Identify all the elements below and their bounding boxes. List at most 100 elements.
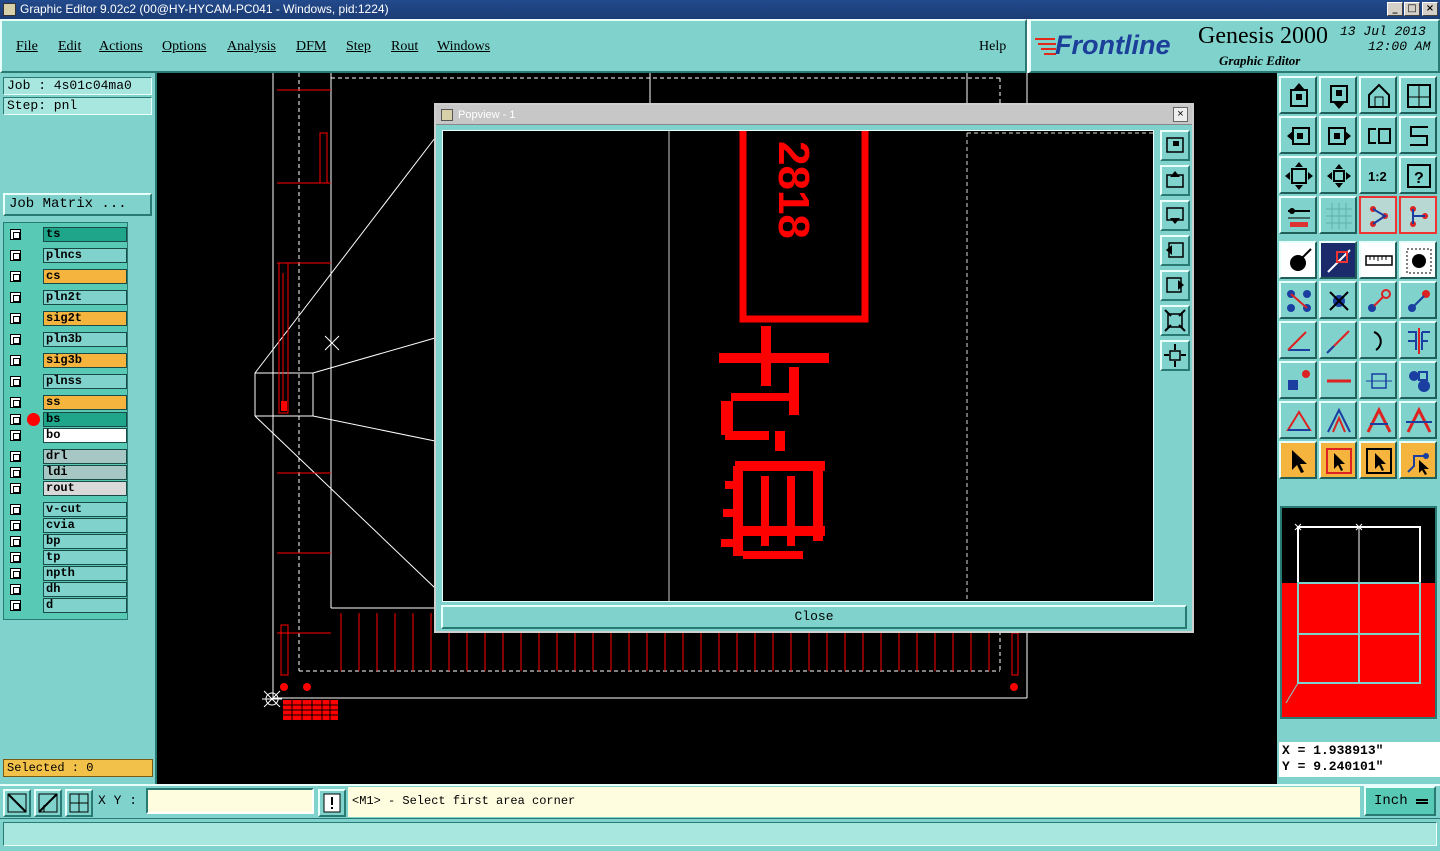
cut-line-icon[interactable] xyxy=(1319,361,1357,399)
layer-checkbox[interactable] xyxy=(10,334,21,345)
net-highlight-icon[interactable] xyxy=(1399,196,1437,234)
copy-pad-icon[interactable] xyxy=(1399,281,1437,319)
layer-checkbox[interactable] xyxy=(10,520,21,531)
pan-left-icon[interactable] xyxy=(1279,116,1317,154)
delete-pad-icon[interactable] xyxy=(1319,281,1357,319)
layer-checkbox[interactable] xyxy=(10,430,21,441)
layer-checkbox[interactable] xyxy=(10,568,21,579)
menu-windows[interactable]: Windows xyxy=(437,39,490,55)
zoom-back-icon[interactable] xyxy=(1359,116,1397,154)
home-view-icon[interactable] xyxy=(1359,76,1397,114)
angle-line-icon[interactable] xyxy=(1279,321,1317,359)
popview-close-icon[interactable]: × xyxy=(1173,107,1188,122)
popview-tool-6[interactable] xyxy=(1160,305,1190,336)
minimize-button[interactable]: _ xyxy=(1387,2,1403,16)
net-connect-icon[interactable] xyxy=(1359,196,1397,234)
layer-checkbox[interactable] xyxy=(10,504,21,515)
layer-row-sig3b[interactable]: sig3b xyxy=(6,353,127,368)
select-box-icon[interactable] xyxy=(1319,441,1357,479)
layer-name[interactable]: d xyxy=(43,598,127,613)
polygon-edit-icon[interactable] xyxy=(1319,401,1357,439)
popview-tool-4[interactable] xyxy=(1160,235,1190,266)
group-pads-icon[interactable] xyxy=(1399,361,1437,399)
split-view-icon[interactable] xyxy=(1399,76,1437,114)
layer-row-pln2t[interactable]: pln2t xyxy=(6,290,127,305)
layer-name[interactable]: ss xyxy=(43,395,127,410)
layer-checkbox[interactable] xyxy=(10,600,21,611)
layer-row-pln3b[interactable]: pln3b xyxy=(6,332,127,347)
layer-name[interactable]: bp xyxy=(43,534,127,549)
select-net-icon[interactable] xyxy=(1399,441,1437,479)
layer-name[interactable]: cvia xyxy=(43,518,127,533)
layer-checkbox[interactable] xyxy=(10,271,21,282)
polygon-cut-icon[interactable] xyxy=(1399,401,1437,439)
measure-ruler-icon[interactable] xyxy=(1359,241,1397,279)
layer-name[interactable]: v-cut xyxy=(43,502,127,517)
split-line-icon[interactable] xyxy=(1399,321,1437,359)
popview-tool-1[interactable] xyxy=(1160,130,1190,161)
popview-canvas[interactable]: 2818 xyxy=(442,130,1154,602)
rotate-view-icon[interactable] xyxy=(1399,116,1437,154)
layer-row-v-cut[interactable]: v-cut xyxy=(6,502,127,517)
layer-name[interactable]: plnss xyxy=(43,374,127,389)
connect-pads-icon[interactable] xyxy=(1279,281,1317,319)
help-icon[interactable]: ? xyxy=(1399,156,1437,194)
menu-step[interactable]: Step xyxy=(346,39,371,55)
view-up-icon[interactable] xyxy=(1279,76,1317,114)
layer-name[interactable]: pln3b xyxy=(43,332,127,347)
pan-right-icon[interactable] xyxy=(1319,116,1357,154)
layer-row-bp[interactable]: bp xyxy=(6,534,127,549)
polygon-select-icon[interactable] xyxy=(1279,401,1317,439)
job-matrix-button[interactable]: Job Matrix ... xyxy=(3,193,152,216)
grid-icon[interactable] xyxy=(1319,196,1357,234)
overview-map[interactable] xyxy=(1280,506,1437,719)
popview-close-button[interactable]: Close xyxy=(441,605,1187,629)
layer-name[interactable]: ts xyxy=(43,227,127,242)
execute-icon[interactable] xyxy=(318,789,346,817)
layer-row-drl[interactable]: drl xyxy=(6,449,127,464)
select-pad-icon[interactable] xyxy=(1399,241,1437,279)
layer-checkbox[interactable] xyxy=(10,355,21,366)
layer-checkbox[interactable] xyxy=(10,292,21,303)
menu-file[interactable]: File xyxy=(16,39,38,55)
layer-name[interactable]: ldi xyxy=(43,465,127,480)
menu-help[interactable]: Help xyxy=(979,39,1006,55)
close-window-button[interactable]: × xyxy=(1422,2,1438,16)
zoom-extents-icon[interactable] xyxy=(1279,156,1317,194)
popview-tool-7[interactable] xyxy=(1160,340,1190,371)
layer-name[interactable]: bo xyxy=(43,428,127,443)
layer-checkbox[interactable] xyxy=(10,414,21,425)
view-down-icon[interactable] xyxy=(1319,76,1357,114)
stretch-icon[interactable] xyxy=(1359,361,1397,399)
zoom-fit-icon[interactable] xyxy=(1319,156,1357,194)
layer-row-ldi[interactable]: ldi xyxy=(6,465,127,480)
menu-rout[interactable]: Rout xyxy=(391,39,418,55)
pad-move-icon[interactable] xyxy=(1279,361,1317,399)
layer-checkbox[interactable] xyxy=(10,483,21,494)
menu-actions[interactable]: Actions xyxy=(99,39,143,55)
unit-selector[interactable]: Inch xyxy=(1364,786,1436,816)
layer-checkbox[interactable] xyxy=(10,250,21,261)
layer-checkbox[interactable] xyxy=(10,397,21,408)
layer-row-ts[interactable]: ts xyxy=(6,227,127,242)
layer-name[interactable]: pln2t xyxy=(43,290,127,305)
menu-edit[interactable]: Edit xyxy=(58,39,81,55)
menu-analysis[interactable]: Analysis xyxy=(227,39,276,55)
menu-options[interactable]: Options xyxy=(162,39,206,55)
layer-name[interactable]: sig3b xyxy=(43,353,127,368)
popview-tool-5[interactable] xyxy=(1160,270,1190,301)
measure-snap-icon[interactable] xyxy=(34,789,62,817)
edit-line-icon[interactable] xyxy=(1319,241,1357,279)
zoom-one-to-two-icon[interactable]: 1:2 xyxy=(1359,156,1397,194)
menu-dfm[interactable]: DFM xyxy=(296,39,326,55)
layer-checkbox[interactable] xyxy=(10,376,21,387)
snap-icon[interactable] xyxy=(3,789,31,817)
layer-name[interactable]: rout xyxy=(43,481,127,496)
move-pad-icon[interactable] xyxy=(1359,281,1397,319)
draw-line-icon[interactable] xyxy=(1319,321,1357,359)
polygon-fill-icon[interactable] xyxy=(1359,401,1397,439)
layer-name[interactable]: dh xyxy=(43,582,127,597)
layer-name[interactable]: cs xyxy=(43,269,127,284)
ruler-settings-icon[interactable] xyxy=(1279,196,1317,234)
layer-row-cs[interactable]: cs xyxy=(6,269,127,284)
